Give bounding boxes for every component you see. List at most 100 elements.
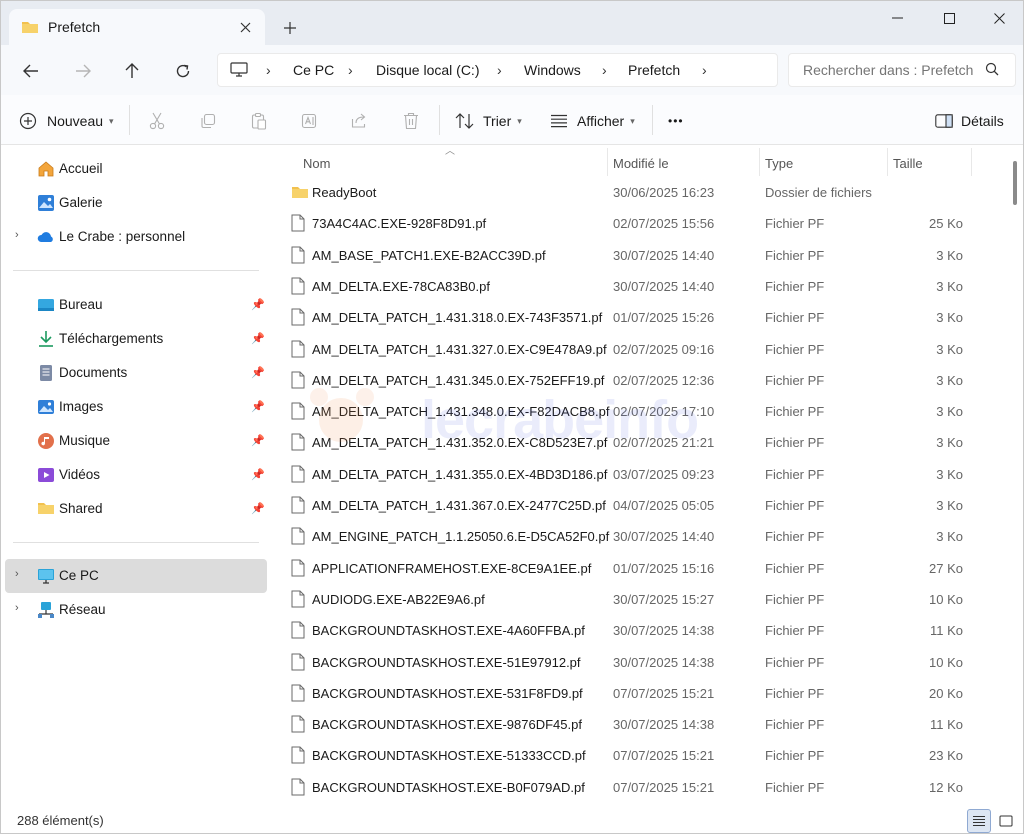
tab-close-button[interactable] — [233, 15, 257, 39]
file-size: 3 Ko — [936, 372, 963, 388]
breadcrumb-ce-pc[interactable]: Ce PC — [293, 62, 334, 78]
pin-icon[interactable]: 📌 — [251, 434, 265, 447]
forward-button[interactable] — [69, 57, 97, 85]
folder-row[interactable]: ReadyBoot 30/06/2025 16:23 Dossier de fich… — [281, 177, 981, 208]
chevron-right-icon[interactable]: › — [15, 568, 19, 580]
tab-prefetch[interactable]: Prefetch — [9, 9, 265, 45]
view-button[interactable]: Afficher ▾ — [550, 107, 635, 135]
pin-icon[interactable]: 📌 — [251, 468, 265, 481]
back-button[interactable] — [17, 57, 45, 85]
details-view-button[interactable] — [967, 809, 991, 833]
sidebar-item-videos[interactable]: Vidéos 📌 — [5, 458, 267, 492]
pin-icon[interactable]: 📌 — [251, 502, 265, 515]
sidebar-item-label: Vidéos — [59, 467, 101, 482]
sidebar-item-label: Documents — [59, 365, 128, 380]
chevron-right-icon: › — [266, 62, 271, 78]
sidebar-item-bureau[interactable]: Bureau 📌 — [5, 288, 267, 322]
pin-icon[interactable]: 📌 — [251, 400, 265, 413]
details-button[interactable]: Détails — [935, 107, 1004, 135]
file-row[interactable]: AM_DELTA_PATCH_1.431.318.0.EX-743F3571.p… — [281, 302, 981, 333]
column-header-size[interactable]: Taille — [893, 150, 923, 176]
sidebar-item-shared[interactable]: Shared 📌 — [5, 492, 267, 526]
file-name: AM_DELTA_PATCH_1.431.318.0.EX-743F3571.p… — [312, 310, 603, 326]
sidebar-item-telechargements[interactable]: Téléchargements 📌 — [5, 322, 267, 356]
vertical-scrollbar[interactable] — [1013, 161, 1017, 205]
maximize-icon — [943, 12, 955, 24]
column-header-name[interactable]: Nom — [303, 150, 330, 176]
search-input[interactable] — [803, 62, 973, 78]
pin-icon[interactable]: 📌 — [251, 298, 265, 311]
file-row[interactable]: BACKGROUNDTASKHOST.EXE-51333CCD.pf 07/07/… — [281, 740, 981, 771]
sidebar-item-documents[interactable]: Documents 📌 — [5, 356, 267, 390]
file-row[interactable]: AM_ENGINE_PATCH_1.1.25050.6.E-D5CA52F0.p… — [281, 521, 981, 552]
file-row[interactable]: AM_DELTA_PATCH_1.431.348.0.EX-F82DACB8.p… — [281, 396, 981, 427]
folder-icon — [37, 500, 55, 518]
cut-button[interactable] — [143, 107, 171, 135]
close-window-button[interactable] — [979, 5, 1019, 31]
file-icon — [291, 433, 305, 454]
maximize-button[interactable] — [929, 5, 969, 31]
rename-icon — [301, 113, 317, 129]
file-row[interactable]: APPLICATIONFRAMEHOST.EXE-8CE9A1EE.pf 01/0… — [281, 553, 981, 584]
view-icon — [551, 114, 567, 128]
search-icon[interactable] — [985, 62, 999, 81]
column-divider[interactable] — [607, 148, 608, 176]
search-box[interactable] — [788, 53, 1016, 87]
copy-button[interactable] — [194, 107, 222, 135]
file-row[interactable]: AM_DELTA_PATCH_1.431.345.0.EX-752EFF19.p… — [281, 365, 981, 396]
minimize-button[interactable] — [877, 5, 917, 31]
sidebar-item-musique[interactable]: Musique 📌 — [5, 424, 267, 458]
column-divider[interactable] — [759, 148, 760, 176]
delete-button[interactable] — [397, 107, 425, 135]
share-button[interactable] — [346, 107, 374, 135]
images-icon — [37, 398, 55, 416]
file-row[interactable]: AUDIODG.EXE-AB22E9A6.pf 30/07/2025 15:27 F… — [281, 584, 981, 615]
file-icon — [291, 340, 305, 361]
chevron-right-icon[interactable]: › — [15, 229, 19, 241]
chevron-right-icon[interactable]: › — [15, 602, 19, 614]
sort-button[interactable]: Trier ▾ — [455, 107, 522, 135]
file-row[interactable]: BACKGROUNDTASKHOST.EXE-531F8FD9.pf 07/07/… — [281, 678, 981, 709]
file-date: 30/07/2025 14:38 — [613, 623, 715, 639]
column-header-type[interactable]: Type — [765, 150, 793, 176]
tiles-view-button[interactable] — [994, 809, 1018, 833]
sidebar-item-galerie[interactable]: Galerie — [5, 186, 267, 220]
pin-icon[interactable]: 📌 — [251, 366, 265, 379]
column-divider[interactable] — [971, 148, 972, 176]
rename-button[interactable] — [296, 107, 324, 135]
file-row[interactable]: BACKGROUNDTASKHOST.EXE-4A60FFBA.pf 30/07/… — [281, 615, 981, 646]
breadcrumb-windows[interactable]: Windows — [524, 62, 581, 78]
up-button[interactable] — [118, 57, 146, 85]
column-divider[interactable] — [887, 148, 888, 176]
more-options-button[interactable]: ••• — [668, 107, 684, 135]
column-header-modified[interactable]: Modifié le — [613, 150, 669, 176]
pin-icon[interactable]: 📌 — [251, 332, 265, 345]
sidebar-item-onedrive[interactable]: › Le Crabe : personnel — [5, 220, 267, 254]
file-size: 10 Ko — [929, 591, 963, 607]
file-row[interactable]: AM_DELTA_PATCH_1.431.327.0.EX-C9E478A9.p… — [281, 334, 981, 365]
file-row[interactable]: 73A4C4AC.EXE-928F8D91.pf 02/07/2025 15:56… — [281, 208, 981, 239]
sidebar-item-accueil[interactable]: Accueil — [5, 152, 267, 186]
file-row[interactable]: AM_DELTA.EXE-78CA83B0.pf 30/07/2025 14:40… — [281, 271, 981, 302]
chevron-right-icon[interactable]: › — [702, 62, 707, 78]
new-tab-button[interactable] — [277, 15, 303, 41]
breadcrumb-prefetch[interactable]: Prefetch — [628, 62, 680, 78]
file-row[interactable]: AM_DELTA_PATCH_1.431.352.0.EX-C8D523E7.p… — [281, 427, 981, 458]
file-row[interactable]: AM_BASE_PATCH1.EXE-B2ACC39D.pf 30/07/2025… — [281, 240, 981, 271]
breadcrumb-disque-local[interactable]: Disque local (C:) — [376, 62, 479, 78]
new-label: Nouveau — [47, 113, 104, 129]
sidebar-item-ce-pc[interactable]: › Ce PC — [5, 559, 267, 593]
refresh-button[interactable] — [169, 57, 197, 85]
sidebar-item-reseau[interactable]: › Réseau — [5, 593, 267, 627]
sidebar-item-images[interactable]: Images 📌 — [5, 390, 267, 424]
file-row[interactable]: BACKGROUNDTASKHOST.EXE-B0F079AD.pf 07/07/… — [281, 772, 981, 803]
file-row[interactable]: AM_DELTA_PATCH_1.431.367.0.EX-2477C25D.p… — [281, 490, 981, 521]
new-button[interactable]: Nouveau ▾ — [19, 107, 114, 135]
file-name: AM_DELTA_PATCH_1.431.348.0.EX-F82DACB8.p… — [312, 404, 610, 420]
address-bar[interactable]: › Ce PC › Disque local (C:) › Windows › … — [217, 53, 778, 87]
file-row[interactable]: BACKGROUNDTASKHOST.EXE-51E97912.pf 30/07/… — [281, 647, 981, 678]
file-row[interactable]: BACKGROUNDTASKHOST.EXE-9876DF45.pf 30/07/… — [281, 709, 981, 740]
file-row[interactable]: AM_DELTA_PATCH_1.431.355.0.EX-4BD3D186.p… — [281, 459, 981, 490]
paste-button[interactable] — [245, 107, 273, 135]
file-date: 30/06/2025 16:23 — [613, 185, 715, 200]
